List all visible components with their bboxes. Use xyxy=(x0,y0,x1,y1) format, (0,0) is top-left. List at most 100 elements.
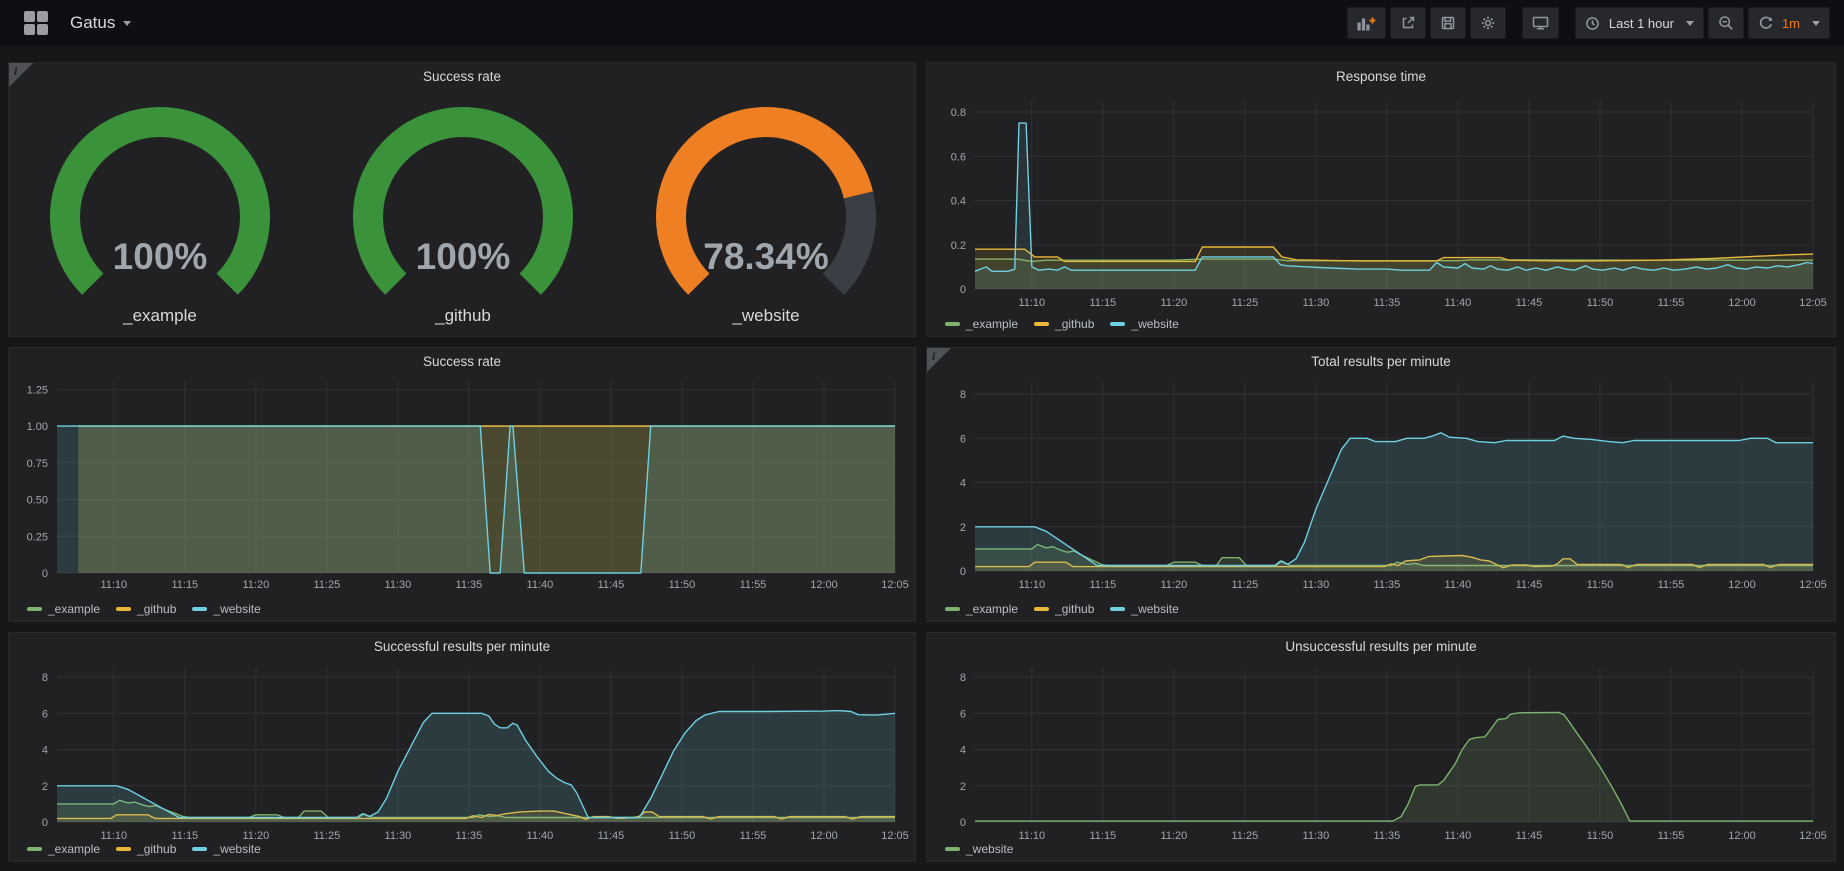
svg-text:6: 6 xyxy=(960,433,966,445)
legend-item-github[interactable]: _github xyxy=(1034,602,1094,616)
svg-text:12:00: 12:00 xyxy=(810,579,838,591)
legend-item-website[interactable]: _website xyxy=(192,842,260,856)
svg-text:11:55: 11:55 xyxy=(740,830,767,842)
zoom-out-button[interactable] xyxy=(1708,7,1744,39)
tv-mode-icon xyxy=(1532,15,1549,31)
legend-item-website[interactable]: _website xyxy=(945,842,1013,856)
svg-text:0: 0 xyxy=(42,817,48,829)
svg-text:1.00: 1.00 xyxy=(27,421,48,433)
svg-text:11:40: 11:40 xyxy=(527,830,554,842)
svg-text:1.25: 1.25 xyxy=(27,384,48,396)
gauge-value-example: 100% xyxy=(113,236,208,277)
svg-text:2: 2 xyxy=(960,522,966,534)
svg-text:2: 2 xyxy=(960,781,966,793)
legend-item-website[interactable]: _website xyxy=(1110,602,1178,616)
legend-item-github[interactable]: _github xyxy=(116,602,176,616)
svg-text:6: 6 xyxy=(960,708,966,720)
save-button[interactable] xyxy=(1430,7,1466,39)
legend-series-dash xyxy=(1110,607,1125,611)
total-results-chart[interactable]: 11:1011:1511:2011:2511:3011:3511:4011:45… xyxy=(927,348,1837,623)
response-time-chart[interactable]: 11:1011:1511:2011:2511:3011:3511:4011:45… xyxy=(927,63,1837,338)
legend-series-name: _github xyxy=(1055,317,1094,331)
legend-series-name: _example xyxy=(48,602,100,616)
svg-text:11:25: 11:25 xyxy=(1232,579,1259,591)
legend-series-dash xyxy=(1110,322,1125,326)
legend-item-example[interactable]: _example xyxy=(945,317,1018,331)
logo-square xyxy=(37,11,48,22)
legend-series-dash xyxy=(116,847,131,851)
svg-text:11:45: 11:45 xyxy=(1516,297,1543,309)
svg-text:0.4: 0.4 xyxy=(951,196,966,208)
svg-text:11:50: 11:50 xyxy=(1587,830,1614,842)
svg-text:11:40: 11:40 xyxy=(1445,297,1472,309)
legend-item-website[interactable]: _website xyxy=(1110,317,1178,331)
svg-text:12:00: 12:00 xyxy=(1728,297,1756,309)
legend-series-name: _github xyxy=(137,842,176,856)
grafana-logo-icon[interactable] xyxy=(24,11,48,35)
svg-text:11:30: 11:30 xyxy=(1303,297,1330,309)
svg-text:11:20: 11:20 xyxy=(1160,297,1187,309)
unsuccessful-results-chart[interactable]: 11:1011:1511:2011:2511:3011:3511:4011:45… xyxy=(927,633,1837,863)
legend-item-website[interactable]: _website xyxy=(192,602,260,616)
legend-series-name: _github xyxy=(137,602,176,616)
success-rate-chart[interactable]: 11:1011:1511:2011:2511:3011:3511:4011:45… xyxy=(9,348,917,623)
panel-response-time: Response time 11:1011:1511:2011:2511:301… xyxy=(926,62,1836,337)
save-icon xyxy=(1440,15,1456,31)
logo-square xyxy=(37,24,48,35)
svg-text:0.75: 0.75 xyxy=(27,458,48,470)
svg-text:11:45: 11:45 xyxy=(598,830,625,842)
share-button[interactable] xyxy=(1390,7,1426,39)
svg-text:4: 4 xyxy=(960,478,966,490)
svg-text:11:50: 11:50 xyxy=(669,830,696,842)
tv-mode-button[interactable] xyxy=(1522,7,1559,39)
svg-text:12:00: 12:00 xyxy=(810,830,838,842)
time-range-label: Last 1 hour xyxy=(1609,16,1674,31)
svg-text:11:40: 11:40 xyxy=(1445,830,1472,842)
settings-button[interactable] xyxy=(1470,7,1506,39)
legend-series-name: _github xyxy=(1055,602,1094,616)
svg-text:0.2: 0.2 xyxy=(951,240,966,252)
svg-text:11:55: 11:55 xyxy=(1658,579,1685,591)
legend-series-dash xyxy=(1034,322,1049,326)
svg-text:0.8: 0.8 xyxy=(951,107,966,119)
svg-text:11:45: 11:45 xyxy=(1516,830,1543,842)
svg-text:11:35: 11:35 xyxy=(1374,579,1401,591)
svg-text:11:20: 11:20 xyxy=(1160,830,1187,842)
navbar: Gatus xyxy=(0,0,1844,46)
refresh-picker[interactable]: 1m xyxy=(1748,7,1830,39)
legend-item-github[interactable]: _github xyxy=(116,842,176,856)
add-panel-button[interactable] xyxy=(1347,7,1386,39)
svg-text:11:35: 11:35 xyxy=(1374,830,1401,842)
legend-series-name: _example xyxy=(48,842,100,856)
svg-text:0: 0 xyxy=(960,284,966,296)
svg-text:0.50: 0.50 xyxy=(27,495,48,507)
gauge-chart[interactable]: 100%_example100%_github78.34%_website xyxy=(9,63,917,338)
svg-text:11:35: 11:35 xyxy=(456,579,483,591)
legend-item-example[interactable]: _example xyxy=(27,602,100,616)
navbar-left: Gatus xyxy=(0,11,131,35)
svg-text:11:30: 11:30 xyxy=(385,579,412,591)
svg-text:11:50: 11:50 xyxy=(1587,579,1614,591)
svg-text:12:05: 12:05 xyxy=(1799,579,1827,591)
legend-series-dash xyxy=(27,847,42,851)
svg-text:6: 6 xyxy=(42,708,48,720)
gauge-label-github: _github xyxy=(434,306,491,325)
svg-text:4: 4 xyxy=(960,745,966,757)
legend-item-example[interactable]: _example xyxy=(27,842,100,856)
svg-text:11:30: 11:30 xyxy=(1303,579,1330,591)
panel-success-rate-timeseries: Success rate 11:1011:1511:2011:2511:3011… xyxy=(8,347,916,622)
legend-item-example[interactable]: _example xyxy=(945,602,1018,616)
svg-text:0: 0 xyxy=(960,817,966,829)
successful-results-chart[interactable]: 11:1011:1511:2011:2511:3011:3511:4011:45… xyxy=(9,633,917,863)
logo-square xyxy=(24,11,35,22)
svg-text:11:10: 11:10 xyxy=(1018,297,1045,309)
legend-item-github[interactable]: _github xyxy=(1034,317,1094,331)
svg-text:12:00: 12:00 xyxy=(1728,579,1756,591)
time-range-picker[interactable]: Last 1 hour xyxy=(1575,7,1704,39)
svg-text:11:50: 11:50 xyxy=(669,579,696,591)
dashboard-title-dropdown[interactable]: Gatus xyxy=(70,13,131,33)
chart-legend: _example _github _website xyxy=(945,601,1195,617)
svg-text:12:00: 12:00 xyxy=(1728,830,1756,842)
legend-series-dash xyxy=(192,847,207,851)
svg-text:12:05: 12:05 xyxy=(1799,297,1827,309)
